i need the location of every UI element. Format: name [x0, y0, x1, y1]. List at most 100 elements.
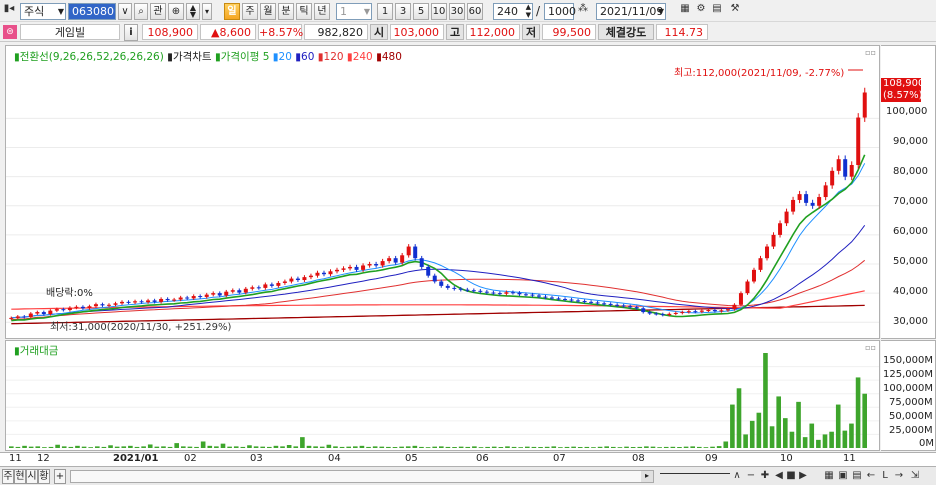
volume-bar [95, 446, 100, 448]
x-tick: 08 [632, 453, 645, 464]
candle-body [120, 301, 125, 304]
horizontal-scrollbar[interactable]: ▸ [70, 470, 654, 483]
volume-bar [531, 446, 537, 448]
chart-icon[interactable]: ▦ [678, 3, 692, 16]
interval-1-button[interactable]: 1 [377, 3, 393, 20]
volume-bar [432, 446, 437, 448]
volume-bar [743, 434, 748, 448]
y-tick: 75,000M [889, 397, 933, 408]
interval-30-button[interactable]: 30 [449, 3, 465, 20]
interval-10-button[interactable]: 10 [431, 3, 447, 20]
candle-body [452, 287, 457, 289]
candle-body [745, 281, 750, 294]
volume-bar [809, 423, 815, 448]
period-week-button[interactable]: 주 [242, 3, 258, 20]
spin-down-icon: ▼ [189, 10, 197, 19]
tab-current[interactable]: 현 [14, 469, 26, 484]
grid-view-icon[interactable]: ▦ [822, 470, 836, 483]
candle-body [74, 306, 79, 308]
y-tick: 50,000M [889, 411, 933, 422]
count-input[interactable]: 240 ▲ ▼ [493, 3, 533, 20]
volume-bar [81, 446, 87, 448]
candle-body [217, 293, 222, 296]
window-menu-icon[interactable]: ▮◂ [2, 3, 16, 16]
more-dropdown-button[interactable]: ▾ [202, 3, 212, 20]
volume-bar [617, 447, 623, 448]
volume-bar [511, 446, 517, 448]
candle-body [615, 304, 620, 306]
zoom-in-icon[interactable]: ∧ [730, 470, 744, 483]
volume-bar [551, 446, 557, 448]
price-chart-plot[interactable] [6, 46, 879, 338]
volume-bar [306, 445, 312, 448]
current-price: 108,900 [142, 24, 198, 40]
candle-body [634, 307, 639, 309]
candle-body [719, 310, 724, 312]
settings-icon[interactable]: ⁂ [576, 3, 590, 16]
total-input[interactable]: 1000 [544, 3, 576, 20]
lock-button[interactable]: ⊕ [168, 3, 184, 20]
volume-bar [293, 446, 299, 448]
ma5-line [11, 154, 866, 322]
period-minute-button[interactable]: 분 [278, 3, 294, 20]
candle-body [237, 290, 242, 293]
gear-icon[interactable]: ⚙ [694, 3, 708, 16]
interval-select[interactable]: 1 ▼ [336, 3, 372, 20]
gwan-button[interactable]: 관 [150, 3, 166, 20]
export-icon[interactable]: ⇲ [908, 470, 922, 483]
volume-bar [835, 404, 841, 448]
save-icon[interactable]: ▤ [710, 3, 724, 16]
code-dropdown-button[interactable]: ∨ [118, 3, 132, 20]
candle-body [152, 300, 157, 302]
period-month-button[interactable]: 월 [260, 3, 276, 20]
period-tick-button[interactable]: 틱 [296, 3, 312, 20]
market-select[interactable]: 주식 ▼ [20, 3, 66, 20]
interval-5-button[interactable]: 5 [413, 3, 429, 20]
interval-3-button[interactable]: 3 [395, 3, 411, 20]
layout-icon[interactable]: ▣ [836, 470, 850, 483]
volume-chart-plot[interactable] [6, 341, 879, 450]
volume-bar [842, 430, 848, 448]
add-tab-button[interactable]: + [54, 469, 66, 484]
volume-bar [22, 445, 27, 448]
candle-body [348, 266, 353, 269]
info-button[interactable]: i [124, 24, 138, 41]
tab-market[interactable]: 시 [26, 469, 38, 484]
tab-week[interactable]: 주 [2, 469, 14, 484]
interval-value: 1 [340, 5, 347, 18]
scroll-right-icon[interactable]: ▸ [641, 471, 653, 482]
x-tick: 10 [780, 453, 793, 464]
period-day-button[interactable]: 일 [224, 3, 240, 20]
volume-bar [564, 446, 570, 448]
zoom-slider[interactable] [660, 473, 730, 474]
period-year-button[interactable]: 년 [314, 3, 330, 20]
price-chart-panel[interactable]: ▮전환선(9,26,26,52,26,26,26) ▮가격차트 ▮가격이평 5 … [5, 45, 880, 339]
stock-code-input[interactable]: 063080 [68, 3, 116, 20]
arrow-right-icon[interactable]: → [892, 470, 906, 483]
open-price: 103,000 [390, 24, 444, 40]
main-toolbar: ▮◂ 주식 ▼ 063080 ∨ ⌕ 관 ⊕ ▲ ▼ ▾ 일 주 월 분 틱 년 1… [0, 0, 936, 22]
candle-body [712, 310, 717, 312]
play-icon[interactable]: ▶ [796, 470, 810, 483]
code-spinner[interactable]: ▲ ▼ [186, 3, 200, 20]
tools-icon[interactable]: ⚒ [728, 3, 742, 16]
candle-body [536, 295, 541, 297]
candle-body [817, 197, 822, 206]
candle-body [133, 301, 138, 303]
date-select[interactable]: 2021/11/09 ▼ [596, 3, 666, 20]
tab-status[interactable]: 황 [38, 469, 50, 484]
window-icon[interactable]: ▤ [850, 470, 864, 483]
collapse-icon[interactable]: L [878, 470, 892, 483]
minus-icon[interactable]: − [744, 470, 758, 483]
volume-chart-panel[interactable]: ▮거래대금 ▫▫ [5, 340, 880, 451]
price-y-axis: 108,900 (8.57%) 100,000 90,000 80,000 70,… [881, 45, 936, 339]
search-button[interactable]: ⌕ [134, 3, 148, 20]
candle-body [321, 272, 326, 275]
volume-bar [584, 446, 590, 448]
plus-icon[interactable]: ✚ [758, 470, 772, 483]
volume-bar [445, 446, 451, 448]
favorite-icon[interactable]: ⊜ [3, 25, 17, 39]
candle-body [165, 298, 170, 301]
interval-60-button[interactable]: 60 [467, 3, 483, 20]
arrow-left-icon[interactable]: ← [864, 470, 878, 483]
